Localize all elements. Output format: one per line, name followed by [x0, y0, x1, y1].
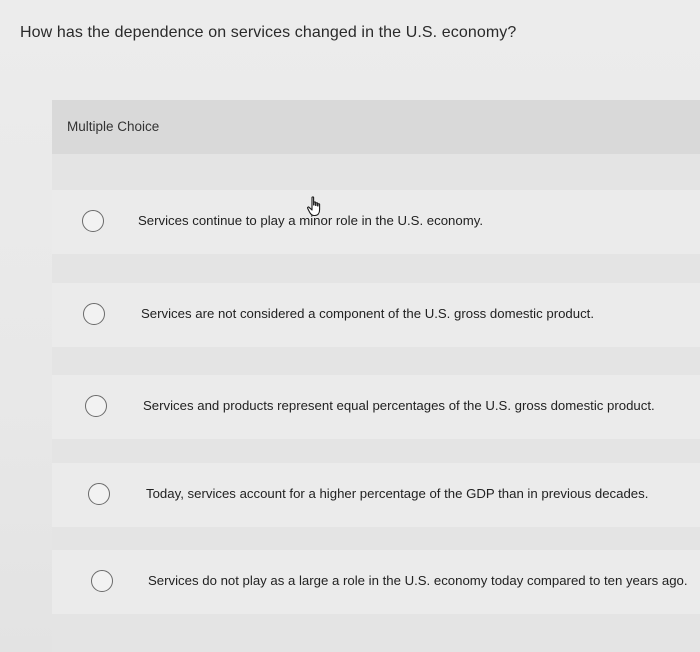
answer-option-3[interactable]: Services and products represent equal pe… — [52, 375, 700, 439]
multiple-choice-header: Multiple Choice — [52, 100, 700, 154]
radio-button[interactable] — [88, 483, 110, 505]
page: How has the dependence on services chang… — [0, 0, 700, 652]
radio-button[interactable] — [91, 570, 113, 592]
answer-option-label: Today, services account for a higher per… — [146, 486, 649, 501]
answer-option-4[interactable]: Today, services account for a higher per… — [52, 463, 700, 527]
radio-button[interactable] — [82, 210, 104, 232]
hand-pointer-icon — [306, 196, 324, 218]
answer-option-label: Services do not play as a large a role i… — [148, 573, 688, 588]
radio-button[interactable] — [85, 395, 107, 417]
multiple-choice-panel: Multiple Choice Services continue to pla… — [52, 100, 700, 652]
answer-option-label: Services are not considered a component … — [141, 306, 595, 321]
answer-option-5[interactable]: Services do not play as a large a role i… — [52, 550, 700, 614]
answer-option-2[interactable]: Services are not considered a component … — [52, 283, 700, 347]
section-label: Multiple Choice — [67, 119, 160, 134]
question-text: How has the dependence on services chang… — [20, 24, 517, 41]
radio-button[interactable] — [83, 303, 105, 325]
answer-option-1[interactable]: Services continue to play a minor role i… — [52, 190, 700, 254]
answer-option-label: Services and products represent equal pe… — [143, 398, 655, 413]
